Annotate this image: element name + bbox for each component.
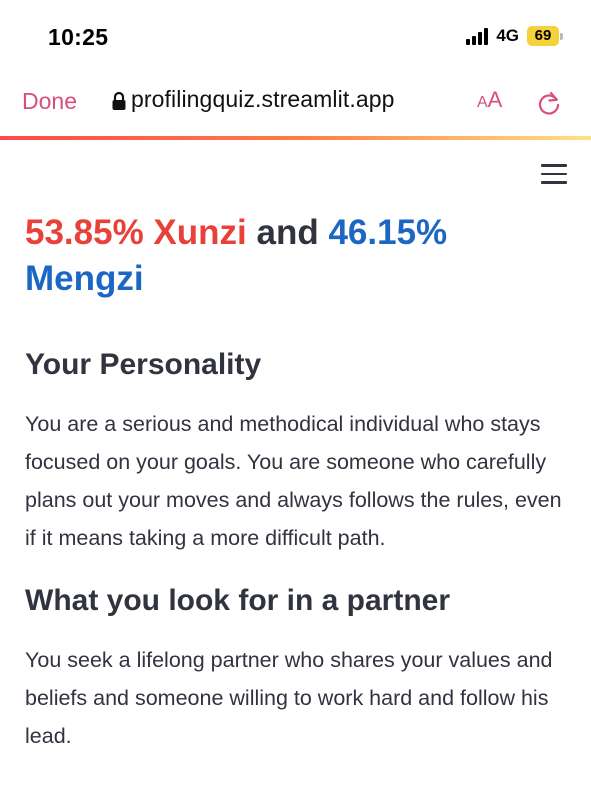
personality-heading: Your Personality: [25, 348, 262, 381]
text-size-big-glyph: A: [487, 87, 503, 112]
url-field[interactable]: profilingquiz.streamlit.app: [131, 86, 395, 113]
text-size-small-glyph: A: [477, 94, 488, 111]
personality-text: You are a serious and methodical individ…: [25, 412, 562, 550]
status-bar: 10:25 4G 69: [0, 0, 591, 70]
battery-icon: 69: [527, 26, 563, 46]
hamburger-menu-icon[interactable]: [541, 164, 567, 186]
xunzi-percentage: 53.85% Xunzi: [25, 213, 247, 252]
mengzi-name: Mengzi: [25, 259, 144, 298]
result-connector: and: [256, 213, 319, 252]
mengzi-percentage: 46.15%: [328, 213, 448, 252]
main-content: 53.85% Xunzi and 46.15% Mengzi Your Pers…: [25, 210, 575, 755]
signal-icon: [466, 27, 489, 45]
browser-toolbar: Done profilingquiz.streamlit.app AA: [0, 70, 591, 134]
result-title: 53.85% Xunzi and 46.15% Mengzi: [25, 210, 575, 302]
done-button[interactable]: Done: [22, 88, 77, 115]
reload-icon[interactable]: [535, 89, 563, 117]
lock-icon: [112, 91, 126, 110]
status-indicators: 4G 69: [466, 26, 563, 46]
status-time: 10:25: [48, 24, 109, 50]
text-size-button[interactable]: AA: [477, 87, 502, 113]
network-type: 4G: [496, 26, 519, 45]
partner-text: You seek a lifelong partner who shares y…: [25, 648, 553, 748]
battery-level: 69: [527, 26, 559, 46]
streamlit-accent-line: [0, 136, 591, 140]
partner-heading: What you look for in a partner: [25, 584, 451, 617]
